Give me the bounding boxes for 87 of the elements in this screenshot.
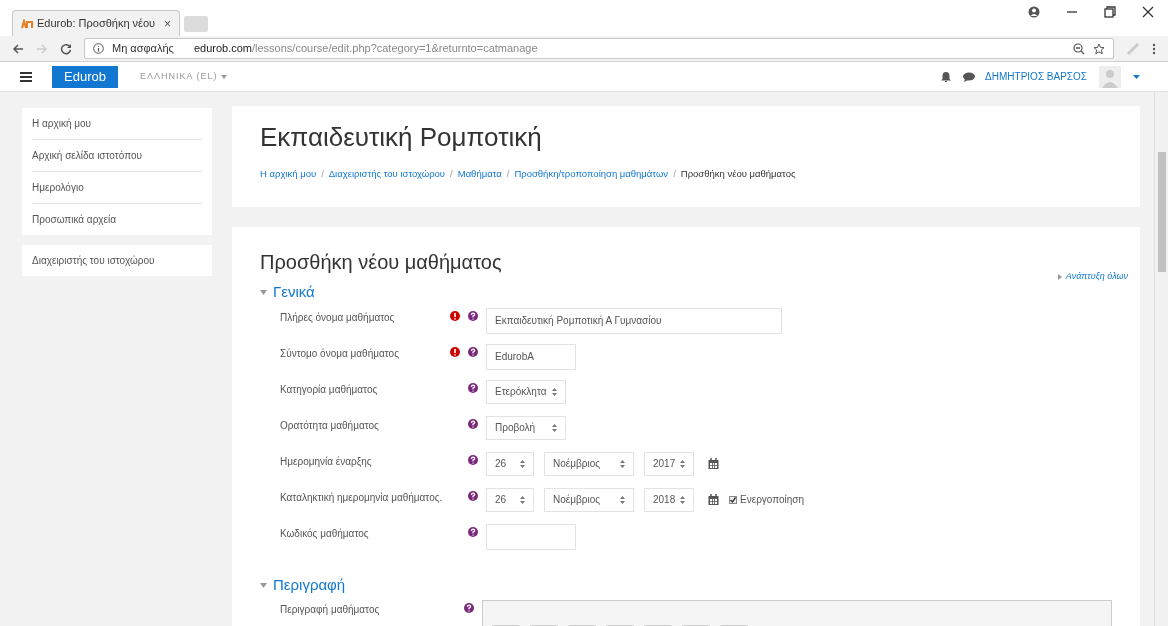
caret-icon[interactable] (1133, 74, 1140, 79)
page-title: Εκπαιδευτική Ρομποτική (260, 121, 543, 154)
help-icon[interactable] (468, 454, 478, 465)
brand-link[interactable]: Edurob (52, 65, 118, 88)
scrollbar-track[interactable] (1154, 92, 1168, 626)
bell-icon[interactable] (941, 71, 952, 82)
enable-checkbox[interactable]: Ενεργοποίηση (729, 492, 805, 508)
help-icon[interactable] (468, 382, 478, 393)
field-label: Ορατότητα μαθήματος (280, 418, 380, 433)
breadcrumb-separator: / (450, 167, 453, 181)
breadcrumb-separator: / (673, 167, 676, 181)
field-label: Κατηγορία μαθήματος (280, 382, 379, 397)
year-dropdown[interactable]: 2017 (644, 451, 694, 476)
triangle-right-icon (1057, 273, 1062, 280)
breadcrumb-link[interactable]: Η αρχική μου (260, 167, 317, 182)
field-label: Σύντομο όνομα μαθήματος (280, 346, 400, 361)
field-label: Πλήρες όνομα μαθήματος (280, 310, 396, 325)
caret-icon (221, 74, 228, 79)
year-dropdown[interactable]: 2018 (644, 487, 694, 512)
sort-arrows-icon (680, 459, 685, 468)
help-icon[interactable] (464, 603, 474, 614)
sidebar-item[interactable]: Ημερολόγιο (32, 172, 202, 204)
section-toggle[interactable]: Γενικά (260, 281, 315, 304)
scrollbar-thumb[interactable] (1157, 152, 1166, 272)
field-label: Ημερομηνία έναρξης (280, 454, 373, 469)
url-text: edurob.com/lessons/course/edit.php?category=1&returnto=catmanage (193, 41, 538, 57)
checkbox[interactable] (729, 495, 737, 504)
day-dropdown[interactable]: 26 (486, 487, 534, 512)
help-icon[interactable] (468, 418, 478, 429)
sidebar-item[interactable]: Η αρχική μου (32, 108, 202, 140)
check-icon (730, 496, 736, 503)
restore-icon[interactable] (1104, 6, 1116, 18)
more-menu-icon[interactable] (1152, 42, 1156, 55)
dropdown[interactable]: Ετερόκλητα (486, 379, 566, 404)
reload-icon[interactable] (60, 42, 72, 55)
breadcrumb-link[interactable]: Διαχειριστής του ιστοχώρου (328, 167, 446, 182)
help-icon[interactable] (468, 526, 478, 537)
text-field[interactable]: Εκπαιδευτική Ρομποτική Α Γυμνασίου (486, 307, 782, 334)
star-icon[interactable] (1093, 42, 1105, 55)
sidebar-item[interactable]: Προσωπικά αρχεία (32, 204, 202, 235)
user-menu-link[interactable]: ΔΗΜΗΤΡΙΟΣ ΒΑΡΣΟΣ (985, 69, 1087, 84)
address-bar[interactable]: Μη ασφαλής edurob.com/lessons/course/edit.php?category=1&returnto=catmanage (84, 38, 1114, 59)
section-toggle[interactable]: Περιγραφή (260, 573, 346, 597)
breadcrumb-separator: / (321, 167, 324, 181)
month-dropdown[interactable]: Νοέμβριος (544, 487, 634, 512)
sort-arrows-icon (552, 423, 557, 432)
close-tab-button[interactable]: × (164, 14, 171, 33)
help-icon[interactable] (468, 346, 478, 357)
account-icon[interactable] (1028, 6, 1040, 18)
field-label: Κωδικός μαθήματος (280, 526, 370, 541)
chat-icon[interactable] (963, 71, 976, 82)
sidebar-item[interactable]: Διαχειριστής του ιστοχώρου (32, 245, 202, 276)
help-icon[interactable] (468, 490, 478, 501)
expand-all-link[interactable]: Ανάπτυξη όλων (1057, 269, 1128, 284)
breadcrumb-link[interactable]: Προσθήκη/τροποποίηση μαθημάτων (514, 167, 669, 182)
breadcrumb-link[interactable]: Μαθήματα (457, 167, 502, 182)
sort-arrows-icon (520, 459, 525, 468)
text-field[interactable]: EdurobA (486, 343, 576, 370)
text-field[interactable] (486, 523, 576, 550)
calendar-icon[interactable] (708, 458, 719, 470)
field-label: Καταληκτική ημερομηνία μαθήματος. (280, 490, 444, 505)
required-icon (450, 346, 460, 357)
menu-icon[interactable] (20, 71, 32, 82)
calendar-icon[interactable] (708, 494, 719, 506)
sort-arrows-icon (520, 495, 525, 504)
sidebar-item[interactable]: Αρχική σελίδα ιστοτόπου (32, 140, 202, 172)
sort-arrows-icon (680, 495, 685, 504)
info-icon (93, 43, 104, 54)
day-dropdown[interactable]: 26 (486, 451, 534, 476)
sort-arrows-icon (552, 387, 557, 396)
breadcrumb-separator: / (506, 167, 510, 181)
sort-arrows-icon (620, 495, 625, 504)
breadcrumb-current: Προσθήκη νέου μαθήματος (680, 167, 796, 181)
help-icon[interactable] (468, 310, 478, 321)
security-label: Μη ασφαλής (112, 41, 174, 57)
sort-arrows-icon (620, 459, 625, 468)
browser-tab[interactable]: Edurob: Προσθήκη νέου × (12, 10, 180, 36)
dropdown[interactable]: Προβολή (486, 415, 566, 440)
zoom-out-icon[interactable] (1073, 42, 1085, 55)
site-icon (21, 18, 33, 29)
month-dropdown[interactable]: Νοέμβριος (544, 451, 634, 476)
required-icon (450, 310, 460, 321)
close-icon[interactable] (1142, 6, 1154, 18)
back-icon[interactable] (12, 42, 24, 55)
form-title: Προσθήκη νέου μαθήματος (260, 250, 502, 276)
tab-title: Edurob: Προσθήκη νέου (37, 16, 157, 32)
field-label: Περιγραφή μαθήματος (280, 603, 381, 618)
